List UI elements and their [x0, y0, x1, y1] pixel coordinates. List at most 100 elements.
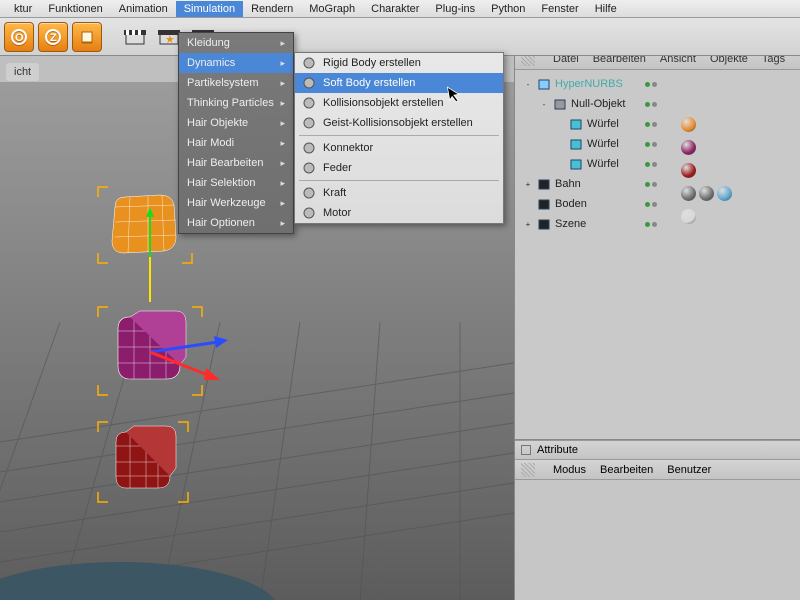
- submenu-item[interactable]: Rigid Body erstellen: [295, 53, 503, 73]
- submenu-item[interactable]: Kollisionsobjekt erstellen: [295, 93, 503, 113]
- svg-text:O: O: [15, 32, 24, 44]
- object-icon: [569, 137, 583, 151]
- tree-row[interactable]: Würfel: [517, 134, 798, 154]
- tree-row[interactable]: - Null-Objekt: [517, 94, 798, 114]
- tree-row[interactable]: Würfel: [517, 154, 798, 174]
- svg-text:★: ★: [165, 34, 175, 46]
- tool-cube-button[interactable]: [72, 22, 102, 52]
- tree-label: Null-Objekt: [571, 98, 625, 110]
- object-icon: [537, 197, 551, 211]
- disclosure-icon[interactable]: -: [539, 99, 549, 109]
- menu-simulation[interactable]: Simulation: [176, 1, 243, 17]
- attr-menu-bearbeiten[interactable]: Bearbeiten: [600, 464, 653, 476]
- object-icon: [537, 77, 551, 91]
- object-icon: [537, 177, 551, 191]
- material-ball-icon[interactable]: [681, 209, 696, 224]
- tool-clapper-icon[interactable]: [120, 22, 150, 52]
- menu-animation[interactable]: Animation: [111, 1, 176, 17]
- tree-label: Würfel: [587, 118, 619, 130]
- menu-hilfe[interactable]: Hilfe: [587, 1, 625, 17]
- object-tree[interactable]: -HyperNURBS-Null-ObjektWürfelWürfelWürfe…: [515, 70, 800, 440]
- menu-fenster[interactable]: Fenster: [533, 1, 586, 17]
- tree-row[interactable]: Boden: [517, 194, 798, 214]
- menu-item[interactable]: Hair Selektion: [179, 173, 293, 193]
- submenu-item[interactable]: Soft Body erstellen: [295, 73, 503, 93]
- attr-menu-benutzer[interactable]: Benutzer: [667, 464, 711, 476]
- material-ball-icon[interactable]: [681, 186, 696, 201]
- disclosure-icon[interactable]: [555, 159, 565, 169]
- right-panel: ObjekteStruktur DateiBearbeitenAnsichtOb…: [514, 26, 800, 600]
- submenu-item[interactable]: Kraft: [295, 183, 503, 203]
- dynamics-submenu[interactable]: Rigid Body erstellenSoft Body erstellenK…: [294, 52, 504, 224]
- hatch-icon: [521, 463, 535, 477]
- action-icon: [301, 95, 317, 111]
- material-ball-icon[interactable]: [681, 117, 696, 132]
- menu-ktur[interactable]: ktur: [6, 1, 40, 17]
- menu-item[interactable]: Thinking Particles: [179, 93, 293, 113]
- object-icon: [553, 97, 567, 111]
- view-tag: icht: [6, 63, 39, 81]
- menu-plug-ins[interactable]: Plug-ins: [427, 1, 483, 17]
- attribute-header: Attribute: [515, 440, 800, 460]
- action-icon: [301, 140, 317, 156]
- submenu-item[interactable]: Motor: [295, 203, 503, 223]
- attribute-title: Attribute: [537, 444, 578, 456]
- attribute-subbar: Modus Bearbeiten Benutzer: [515, 460, 800, 480]
- action-icon: [301, 160, 317, 176]
- material-ball-icon[interactable]: [717, 186, 732, 201]
- simulation-menu[interactable]: KleidungDynamicsPartikelsystemThinking P…: [178, 32, 294, 234]
- tag-row[interactable]: [681, 160, 732, 180]
- submenu-item[interactable]: Geist-Kollisionsobjekt erstellen: [295, 113, 503, 133]
- tag-row[interactable]: [681, 114, 732, 134]
- menu-item[interactable]: Hair Modi: [179, 133, 293, 153]
- submenu-item[interactable]: Konnektor: [295, 138, 503, 158]
- disclosure-icon[interactable]: [555, 139, 565, 149]
- tool-z-button[interactable]: Z: [38, 22, 68, 52]
- tree-row[interactable]: - HyperNURBS: [517, 74, 798, 94]
- submenu-item[interactable]: Feder: [295, 158, 503, 178]
- main-toolbar: O Z ★: [0, 18, 800, 56]
- tag-row[interactable]: [681, 183, 732, 203]
- menu-mograph[interactable]: MoGraph: [301, 1, 363, 17]
- menu-item[interactable]: Kleidung: [179, 33, 293, 53]
- material-ball-icon[interactable]: [681, 140, 696, 155]
- menu-rendern[interactable]: Rendern: [243, 1, 301, 17]
- menu-item[interactable]: Hair Bearbeiten: [179, 153, 293, 173]
- menu-item[interactable]: Hair Optionen: [179, 213, 293, 233]
- menu-funktionen[interactable]: Funktionen: [40, 1, 110, 17]
- tag-row[interactable]: [681, 137, 732, 157]
- disclosure-icon[interactable]: -: [523, 79, 533, 89]
- menu-item[interactable]: Dynamics: [179, 53, 293, 73]
- tag-row[interactable]: [681, 206, 732, 226]
- tree-label: Würfel: [587, 138, 619, 150]
- tree-row[interactable]: +Bahn: [517, 174, 798, 194]
- tree-label: Würfel: [587, 158, 619, 170]
- action-icon: [301, 115, 317, 131]
- action-icon: [301, 185, 317, 201]
- menu-item[interactable]: Hair Werkzeuge: [179, 193, 293, 213]
- disclosure-icon[interactable]: +: [523, 179, 533, 189]
- menu-charakter[interactable]: Charakter: [363, 1, 427, 17]
- attribute-body: [515, 480, 800, 600]
- object-icon: [569, 117, 583, 131]
- tree-row[interactable]: +Szene: [517, 214, 798, 234]
- menu-python[interactable]: Python: [483, 1, 533, 17]
- tree-row[interactable]: Würfel: [517, 114, 798, 134]
- action-icon: [301, 55, 317, 71]
- svg-text:Z: Z: [50, 32, 57, 44]
- disclosure-icon[interactable]: [523, 199, 533, 209]
- menu-item[interactable]: Hair Objekte: [179, 113, 293, 133]
- menu-bar: kturFunktionenAnimationSimulationRendern…: [0, 0, 800, 18]
- attr-menu-modus[interactable]: Modus: [553, 464, 586, 476]
- action-icon: [301, 205, 317, 221]
- material-ball-icon[interactable]: [681, 163, 696, 178]
- material-ball-icon[interactable]: [699, 186, 714, 201]
- disclosure-icon[interactable]: +: [523, 219, 533, 229]
- disclosure-icon[interactable]: [555, 119, 565, 129]
- action-icon: [301, 75, 317, 91]
- tool-o-button[interactable]: O: [4, 22, 34, 52]
- tree-label: HyperNURBS: [555, 78, 623, 90]
- object-icon: [537, 217, 551, 231]
- tree-label: Boden: [555, 198, 587, 210]
- menu-item[interactable]: Partikelsystem: [179, 73, 293, 93]
